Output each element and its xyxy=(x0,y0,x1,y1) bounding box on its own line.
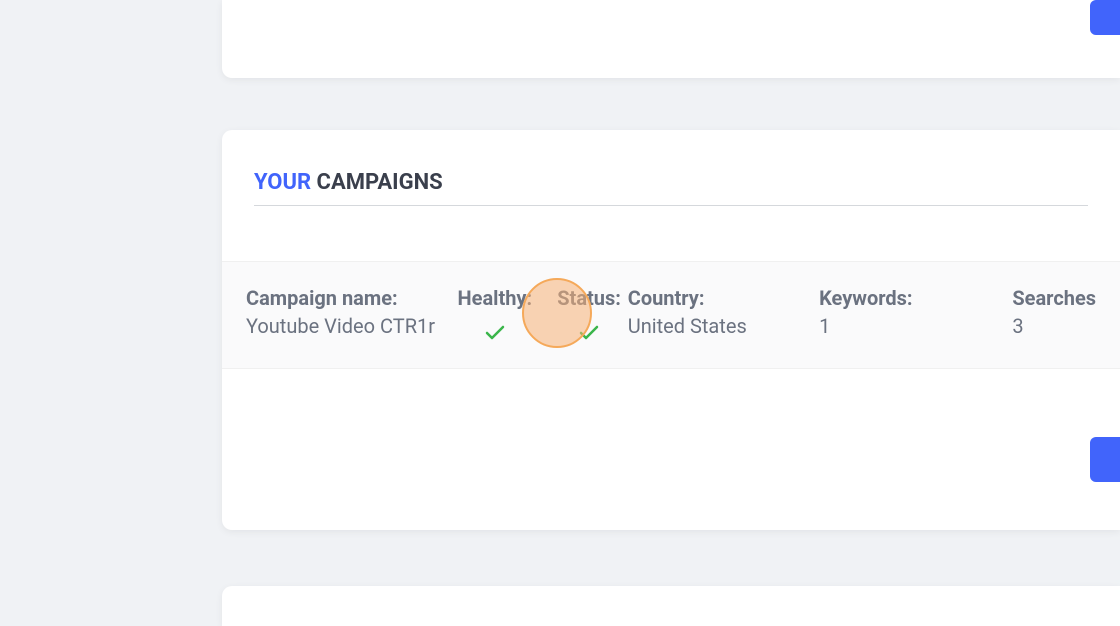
primary-action-button-partial[interactable] xyxy=(1090,0,1120,35)
col-status: Status: xyxy=(550,286,627,344)
title-highlight: YOUR xyxy=(254,170,311,195)
check-icon xyxy=(577,320,601,344)
value-searches: 3 xyxy=(1012,314,1096,338)
top-card xyxy=(222,0,1120,78)
header-campaign-name: Campaign name: xyxy=(246,286,439,310)
col-campaign-name: Campaign name: Youtube Video CTR1r xyxy=(246,286,439,344)
col-searches: Searches 3 xyxy=(1012,286,1096,344)
campaigns-action-button-partial[interactable] xyxy=(1090,437,1120,482)
title-rest: CAMPAIGNS xyxy=(311,170,443,195)
campaigns-card: YOUR CAMPAIGNS Campaign name: Youtube Vi… xyxy=(222,130,1120,530)
header-country: Country: xyxy=(628,286,819,310)
col-keywords: Keywords: 1 xyxy=(819,286,1012,344)
header-searches: Searches xyxy=(1012,286,1096,310)
header-status: Status: xyxy=(557,286,621,310)
section-title: YOUR CAMPAIGNS xyxy=(254,170,1088,206)
value-country: United States xyxy=(628,314,819,338)
bottom-card xyxy=(222,586,1120,626)
col-healthy: Healthy: xyxy=(439,286,550,344)
value-keywords: 1 xyxy=(819,314,1012,338)
col-country: Country: United States xyxy=(628,286,819,344)
card-header: YOUR CAMPAIGNS xyxy=(222,130,1120,206)
value-campaign-name: Youtube Video CTR1r xyxy=(246,314,439,338)
header-healthy: Healthy: xyxy=(458,286,533,310)
check-icon xyxy=(483,320,507,344)
header-keywords: Keywords: xyxy=(819,286,1012,310)
campaigns-table: Campaign name: Youtube Video CTR1r Healt… xyxy=(222,261,1120,369)
table-row[interactable]: Campaign name: Youtube Video CTR1r Healt… xyxy=(222,261,1120,369)
